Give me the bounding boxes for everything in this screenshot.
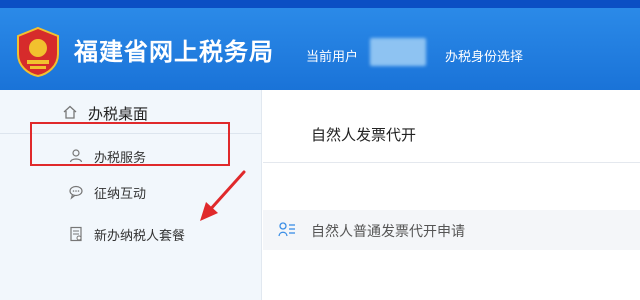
user-name-redacted (370, 38, 426, 66)
top-strip (0, 0, 640, 8)
tax-emblem-icon (17, 26, 59, 78)
page-title: 自然人发票代开 (311, 126, 417, 144)
home-icon (63, 105, 77, 119)
sidebar-item-new-taxpayer-package[interactable]: 新办纳税人套餐 (0, 218, 262, 250)
chat-icon (69, 185, 83, 200)
sidebar-item-interaction[interactable]: 征纳互动 (0, 176, 262, 208)
list-item-label: 自然人普通发票代开申请 (311, 224, 465, 240)
identity-select-link[interactable]: 办税身份选择 (445, 46, 523, 65)
person-list-icon (278, 222, 295, 237)
sidebar-item-label: 新办纳税人套餐 (94, 229, 186, 244)
document-icon (70, 226, 82, 242)
sidebar-item-label: 办税桌面 (88, 105, 149, 123)
site-title: 福建省网上税务局 (74, 38, 274, 66)
current-user-label: 当前用户 (306, 50, 359, 65)
sidebar-item-label: 征纳互动 (94, 187, 147, 202)
header-bar: 福建省网上税务局 当前用户 办税身份选择 (0, 8, 640, 90)
divider (263, 162, 640, 163)
list-item[interactable]: 自然人普通发票代开申请 (263, 210, 640, 250)
annotation-highlight-box (30, 122, 230, 166)
main-panel (263, 90, 640, 300)
